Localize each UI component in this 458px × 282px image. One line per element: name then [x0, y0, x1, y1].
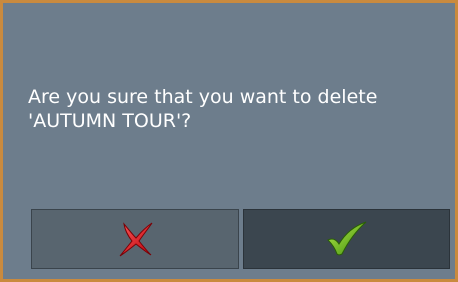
confirm-button[interactable]	[243, 209, 450, 269]
delete-confirmation-dialog: Are you sure that you want to delete 'AU…	[0, 0, 458, 282]
cancel-button[interactable]	[31, 209, 239, 269]
red-x-icon	[115, 221, 155, 257]
green-checkmark-icon	[325, 221, 369, 257]
delete-confirmation-message: Are you sure that you want to delete 'AU…	[28, 86, 378, 132]
